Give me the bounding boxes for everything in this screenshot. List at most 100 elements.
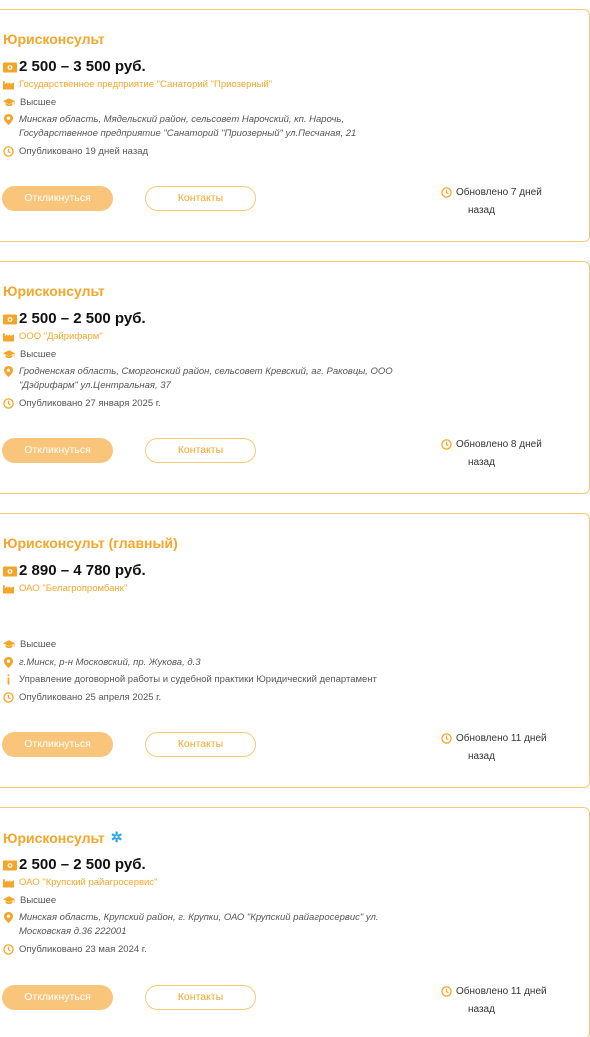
- vacancy-title-row: Юрисконсульт ✲: [3, 829, 122, 846]
- salary: 2 890 – 4 780 руб.: [19, 562, 146, 579]
- published-date: Опубликовано 25 апреля 2025 г.: [19, 692, 162, 703]
- location-pin-icon: [3, 114, 14, 125]
- updated-text: назад: [468, 1004, 495, 1015]
- education-row: Высшее: [3, 96, 56, 110]
- updated-text: Обновлено 7 дней: [456, 187, 542, 198]
- money-icon: [3, 566, 17, 577]
- salary: 2 500 – 2 500 руб.: [19, 310, 146, 327]
- apply-button[interactable]: Откликнуться: [2, 186, 113, 211]
- snowflake-icon: ✲: [110, 829, 123, 845]
- factory-icon: [3, 79, 14, 90]
- clock-icon: [3, 146, 14, 157]
- contacts-button[interactable]: Контакты: [145, 438, 256, 463]
- published-date: Опубликовано 23 мая 2024 г.: [19, 944, 147, 955]
- graduation-cap-icon: [3, 349, 15, 360]
- location-pin-icon: [3, 366, 14, 377]
- contacts-button[interactable]: Контакты: [145, 732, 256, 757]
- factory-icon: [3, 877, 14, 888]
- updated-text: Обновлено 8 дней: [456, 439, 542, 450]
- updated-info: Обновлено 7 дней назад: [441, 184, 566, 220]
- department-row: Управление договорной работы и судебной …: [3, 673, 377, 687]
- salary: 2 500 – 3 500 руб.: [19, 58, 146, 75]
- info-icon: [3, 674, 14, 685]
- published-date: Опубликовано 27 января 2025 г.: [19, 398, 161, 409]
- vacancy-title[interactable]: Юрисконсульт: [3, 830, 105, 846]
- salary: 2 500 – 2 500 руб.: [19, 856, 146, 873]
- vacancy-title[interactable]: Юрисконсульт: [3, 283, 105, 299]
- clock-icon: [441, 439, 452, 450]
- updated-text: назад: [468, 751, 495, 762]
- clock-icon: [441, 733, 452, 744]
- graduation-cap-icon: [3, 639, 15, 650]
- published-date: Опубликовано 19 дней назад: [19, 146, 149, 157]
- vacancy-title[interactable]: Юрисконсульт: [3, 31, 105, 47]
- updated-text: Обновлено 11 дней: [456, 986, 547, 997]
- salary-row: 2 500 – 2 500 руб.: [3, 856, 146, 873]
- address-line: "Дэйрифарм" ул.Центральная, 37: [19, 380, 171, 391]
- address-line: Минская область, Крупский район, г. Круп…: [19, 912, 379, 923]
- updated-info: Обновлено 11 дней назад: [441, 730, 566, 766]
- department: Управление договорной работы и судебной …: [19, 674, 377, 685]
- clock-icon: [441, 187, 452, 198]
- vacancy-card: Юрисконсульт ✲ 2 500 – 2 500 руб. ОАО "К…: [0, 807, 590, 1037]
- salary-row: 2 890 – 4 780 руб.: [3, 562, 146, 579]
- updated-text: Обновлено 11 дней: [456, 733, 547, 744]
- graduation-cap-icon: [3, 97, 15, 108]
- updated-text: назад: [468, 205, 495, 216]
- vacancy-card: Юрисконсульт 2 500 – 2 500 руб. ООО "Дэй…: [0, 261, 590, 494]
- money-icon: [3, 860, 17, 871]
- published-row: Опубликовано 23 мая 2024 г.: [3, 943, 147, 957]
- contacts-button[interactable]: Контакты: [145, 186, 256, 211]
- updated-info: Обновлено 8 дней назад: [441, 436, 566, 472]
- apply-button[interactable]: Откликнуться: [2, 732, 113, 757]
- apply-button[interactable]: Откликнуться: [2, 985, 113, 1010]
- company-row: ООО "Дэйрифарм": [3, 330, 103, 344]
- company-row: ОАО "Белагропромбанк": [3, 582, 127, 596]
- address-row: Минская область, Мядельский район, сельс…: [3, 113, 356, 141]
- company-name[interactable]: ОАО "Крупский райагросервис": [19, 876, 157, 890]
- clock-icon: [3, 398, 14, 409]
- education-row: Высшее: [3, 894, 56, 908]
- clock-icon: [3, 692, 14, 703]
- salary-row: 2 500 – 3 500 руб.: [3, 58, 146, 75]
- published-row: Опубликовано 25 апреля 2025 г.: [3, 691, 161, 705]
- education-row: Высшее: [3, 348, 56, 362]
- address-line: Минская область, Мядельский район, сельс…: [19, 114, 344, 125]
- location-pin-icon: [3, 912, 14, 923]
- vacancy-title[interactable]: Юрисконсульт (главный): [3, 535, 178, 551]
- factory-icon: [3, 583, 14, 594]
- money-icon: [3, 314, 17, 325]
- company-name[interactable]: ООО "Дэйрифарм": [19, 330, 103, 344]
- location-pin-icon: [3, 657, 14, 668]
- education-row: Высшее: [3, 638, 56, 652]
- address-row: г.Минск, р-н Московский, пр. Жукова, д.3: [3, 656, 201, 670]
- education: Высшее: [20, 639, 57, 650]
- education: Высшее: [20, 349, 57, 360]
- vacancy-card: Юрисконсульт 2 500 – 3 500 руб. Государс…: [0, 9, 590, 242]
- clock-icon: [441, 986, 452, 997]
- address-line: Московская д.36 222001: [19, 926, 127, 937]
- address-row: Минская область, Крупский район, г. Круп…: [3, 911, 379, 939]
- company-name[interactable]: ОАО "Белагропромбанк": [19, 582, 127, 596]
- graduation-cap-icon: [3, 895, 15, 906]
- company-row: Государственное предприятие "Санаторий "…: [3, 78, 272, 92]
- published-row: Опубликовано 27 января 2025 г.: [3, 397, 161, 411]
- contacts-button[interactable]: Контакты: [145, 985, 256, 1010]
- factory-icon: [3, 331, 14, 342]
- address-line: Государственное предприятие "Санаторий "…: [19, 128, 357, 139]
- apply-button[interactable]: Откликнуться: [2, 438, 113, 463]
- money-icon: [3, 62, 17, 73]
- address-line: Гродненская область, Сморгонский район, …: [19, 366, 393, 377]
- address-row: Гродненская область, Сморгонский район, …: [3, 365, 393, 393]
- updated-info: Обновлено 11 дней назад: [441, 983, 566, 1019]
- clock-icon: [3, 944, 14, 955]
- address-line: г.Минск, р-н Московский, пр. Жукова, д.3: [19, 657, 201, 668]
- updated-text: назад: [468, 457, 495, 468]
- vacancy-card: Юрисконсульт (главный) 2 890 – 4 780 руб…: [0, 513, 590, 788]
- published-row: Опубликовано 19 дней назад: [3, 145, 148, 159]
- salary-row: 2 500 – 2 500 руб.: [3, 310, 146, 327]
- company-row: ОАО "Крупский райагросервис": [3, 876, 157, 890]
- company-name[interactable]: Государственное предприятие "Санаторий "…: [19, 78, 272, 92]
- education: Высшее: [20, 895, 57, 906]
- education: Высшее: [20, 97, 57, 108]
